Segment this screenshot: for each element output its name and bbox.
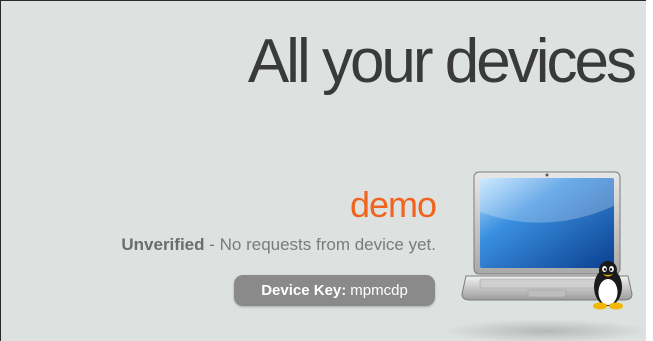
floor-shadow — [441, 319, 646, 341]
devices-panel: All your devices demo Unverified - No re… — [0, 0, 646, 341]
page-title: All your devices — [247, 27, 637, 96]
device-key-badge: Device Key: mpmcdp — [234, 275, 435, 306]
device-status-line: Unverified - No requests from device yet… — [121, 235, 436, 255]
device-key-value: mpmcdp — [350, 282, 408, 299]
device-key-label: Device Key: — [261, 282, 347, 299]
device-name[interactable]: demo — [350, 187, 437, 223]
device-status: Unverified — [121, 235, 205, 254]
device-status-detail: - No requests from device yet. — [204, 235, 436, 254]
page-margin — [646, 0, 653, 341]
laptop-icon — [461, 171, 633, 310]
